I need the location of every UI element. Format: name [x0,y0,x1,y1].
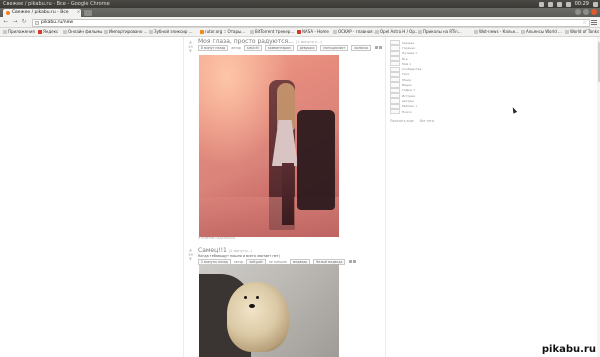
keyboard-icon[interactable] [547,1,553,7]
nasa-icon [297,30,301,34]
window-controls [575,9,597,15]
page-info-icon[interactable] [35,20,39,25]
show-more-link[interactable]: Показать еще [390,119,414,123]
bookmark-ockap[interactable]: OCKAP - главная ... [333,28,378,36]
page-content: ▲ 29 ▼ Моя глаза, просто радуются... (1 м… [0,37,600,357]
page-icon [250,30,254,34]
story-meta: 8 минут назад автор slavichi комментарии… [198,45,382,51]
network-icon[interactable] [538,1,544,7]
folder-icon [63,30,67,34]
wot-icon [565,30,569,34]
story-image-polar-bear[interactable] [199,264,339,357]
story-subtitle: Когда тебявыдут пошли и всего хватает не… [198,254,280,258]
bookmark-apps[interactable]: Приложения [3,28,35,36]
window-titlebar: Свежее / pikabu.ru - Все - Google Chrome… [0,0,600,8]
bookmark-prikoly[interactable]: Приколы на RTin... [418,28,462,36]
yandex-icon [38,30,42,34]
window-title: Свежее / pikabu.ru - Все - Google Chrome [3,1,110,7]
watermark: pikabu.ru [541,344,596,355]
sidebar-item[interactable]: Поиск [390,108,430,115]
share-icon[interactable] [353,260,357,263]
browser-toolbar: ← → ↻ pikabu.ru/new ☆ [0,17,600,28]
share-icons[interactable] [348,260,357,264]
story-title[interactable]: Самец!!1 (2 минуты...) [198,247,252,254]
bookmark-star-icon[interactable]: ☆ [583,20,587,26]
clock[interactable]: 00:29 [575,0,589,8]
story-rating: ▲ 39 ▼ [187,248,194,262]
minimize-button[interactable] [575,9,581,15]
bookmark-wotnews[interactable]: Wot-news - Кальк... [474,28,519,36]
page-icon [418,30,422,34]
tag-chip[interactable]: девушки [296,45,318,51]
bookmark-rutor[interactable]: rutor.org :: Отары... [200,28,245,36]
bookmark-folder-films[interactable]: Онлайн фильмы [63,28,102,36]
all-tags-link[interactable]: Все теги [420,119,434,123]
pikabu-favicon-icon [6,11,10,15]
page-icon [521,30,525,34]
sidebar-item-box [390,108,400,115]
new-tab-button[interactable] [84,10,92,16]
column-divider [183,37,184,357]
save-icon[interactable] [349,260,353,263]
comments-link[interactable]: комментарии [264,45,294,51]
battery-icon[interactable] [556,1,562,7]
close-window-button[interactable] [591,9,597,15]
column-divider [385,37,386,357]
tag-chip[interactable]: мотоциклист [320,45,349,51]
share-icon[interactable] [378,46,382,49]
page-icon [333,30,337,34]
apps-icon [3,30,7,34]
sidebar-links: Показать еще Все теги [390,119,439,123]
downvote-arrow-icon[interactable]: ▼ [187,49,194,54]
tab-strip: Свежее / pikabu.ru - Все × [0,8,600,17]
chrome-menu-icon[interactable] [591,19,597,25]
settings-gear-icon[interactable] [593,1,598,7]
address-bar[interactable]: pikabu.ru/new ☆ [32,18,590,27]
bookmark-nasa[interactable]: NASA - Home [297,28,329,36]
volume-icon[interactable] [565,1,571,7]
share-icons[interactable] [374,46,382,50]
reload-icon[interactable]: ↻ [21,19,27,25]
rutor-icon [200,30,204,34]
bookmark-opel[interactable]: Opel Astra H / Op... [375,28,419,36]
bookmark-wot[interactable]: World of Tanks [565,28,599,36]
save-icon[interactable] [374,46,378,49]
browser-tab-active[interactable]: Свежее / pikabu.ru - Все × [3,9,81,17]
bookmark-alliances[interactable]: Альянсы World ... [521,28,562,36]
bookmark-elixir[interactable]: Зубной эликсир ... [149,28,193,36]
scrollbar-thumb[interactable] [597,42,600,82]
story-title[interactable]: Моя глаза, просто радуются... (1 минута н… [198,38,322,45]
maximize-button[interactable] [583,9,589,15]
bookmark-folder-imported[interactable]: Импортировано ... [104,28,147,36]
url-text: pikabu.ru/new [41,19,74,25]
sidebar-menu: Свежее Горячее Лучшее 4 Все Моё 4 Сообще… [390,40,430,115]
page-icon [474,30,478,34]
author-link[interactable]: slavichi [243,45,262,51]
story-image-girl-stroller[interactable] [199,55,339,237]
page-icon [149,30,153,34]
mouse-cursor-icon [510,106,518,114]
tab-title: Свежее / pikabu.ru - Все [12,10,69,15]
system-tray: 00:29 [538,0,598,8]
folder-icon [104,30,108,34]
downvote-arrow-icon[interactable]: ▼ [187,257,194,262]
tag-chip[interactable]: коляска [351,45,371,51]
tab-close-icon[interactable]: × [76,9,81,17]
bookmark-yandex[interactable]: Яндекс [38,28,58,36]
story-rating: ▲ 29 ▼ [187,40,194,54]
back-arrow-icon[interactable]: ← [3,19,9,25]
bookmark-bittorrent[interactable]: BitTorrent трекер... [250,28,294,36]
forward-arrow-icon[interactable]: → [12,19,18,25]
meta-time: 8 минут назад [198,45,229,51]
bookmarks-bar: Приложения Яндекс Онлайн фильмы Импортир… [0,28,600,37]
page-icon [375,30,379,34]
